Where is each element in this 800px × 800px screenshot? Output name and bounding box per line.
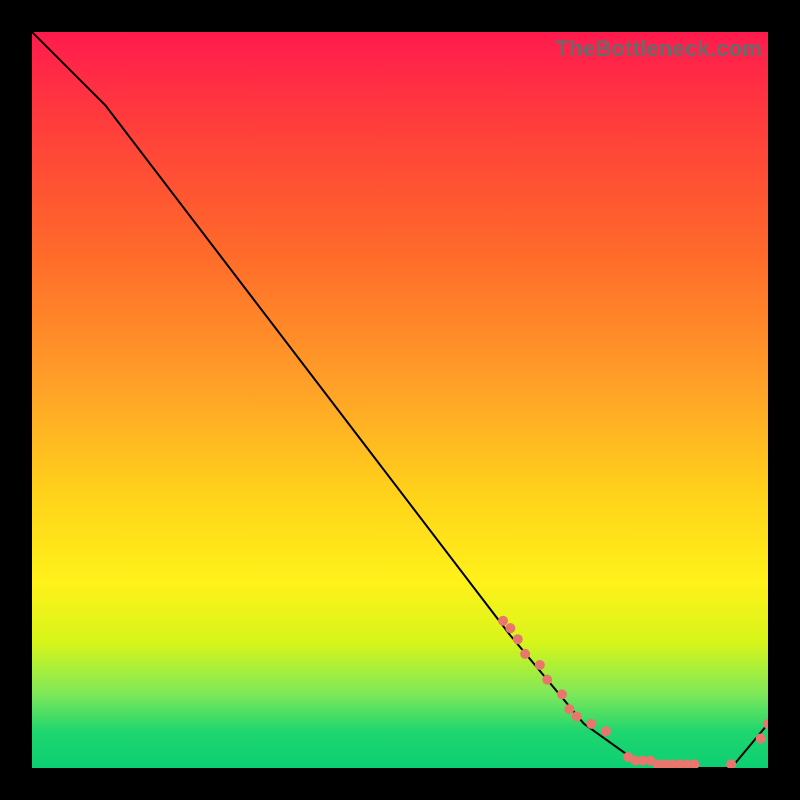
data-point — [726, 759, 736, 768]
data-point — [520, 649, 530, 659]
data-point — [564, 704, 574, 714]
series-dots — [498, 616, 768, 768]
data-point — [689, 759, 699, 768]
chart-svg — [32, 32, 768, 768]
data-point — [586, 719, 596, 729]
data-point — [498, 616, 508, 626]
plot-area: TheBottleneck.com — [32, 32, 768, 768]
data-point — [601, 726, 611, 736]
data-point — [513, 634, 523, 644]
data-point — [763, 719, 768, 729]
data-point — [756, 734, 766, 744]
data-point — [542, 675, 552, 685]
data-point — [505, 623, 515, 633]
series-line — [32, 32, 768, 768]
data-point — [557, 689, 567, 699]
chart-frame: TheBottleneck.com — [0, 0, 800, 800]
data-point — [572, 711, 582, 721]
data-point — [535, 660, 545, 670]
